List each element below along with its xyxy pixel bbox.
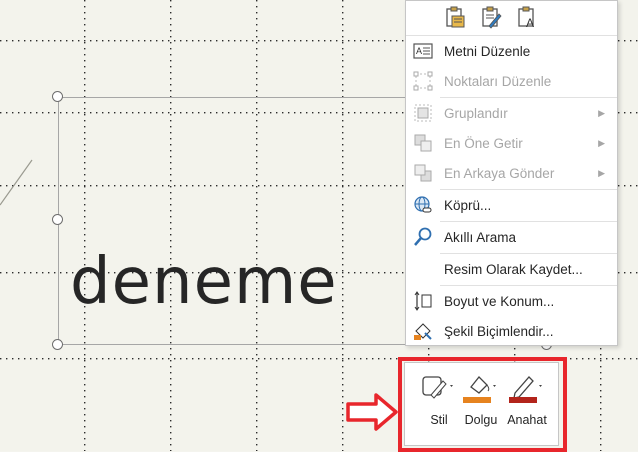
menu-item-label: Boyut ve Konum... (444, 293, 555, 309)
menu-item-edit-text[interactable]: A Metni Düzenle (406, 36, 617, 66)
edit-points-icon (413, 71, 433, 91)
paste-picture-icon[interactable] (480, 5, 502, 29)
highlight-arrow-icon (346, 393, 398, 431)
menu-item-size-position[interactable]: Boyut ve Konum... (406, 286, 617, 316)
menu-item-label: En Arkaya Gönder (444, 165, 555, 181)
menu-item-bring-to-front[interactable]: En Öne Getir ▶ (406, 128, 617, 158)
menu-item-smart-lookup[interactable]: Akıllı Arama (406, 222, 617, 252)
menu-item-label: Şekil Biçimlendir... (444, 323, 554, 339)
bring-to-front-icon (414, 134, 432, 152)
submenu-arrow-icon: ▶ (598, 137, 605, 148)
smart-lookup-icon (414, 227, 432, 246)
menu-item-label: Gruplandır (444, 105, 508, 121)
format-shape-icon (414, 323, 432, 340)
submenu-arrow-icon: ▶ (598, 107, 605, 118)
menu-item-send-to-back[interactable]: En Arkaya Gönder ▶ (406, 158, 617, 188)
resize-handle-middle-left[interactable] (52, 214, 63, 225)
menu-item-group[interactable]: Gruplandır ▶ (406, 98, 617, 128)
context-menu: A A Metni Düzenle Noktaları Düzenle Grup… (405, 0, 618, 346)
hyperlink-icon (414, 196, 432, 213)
slide-text[interactable]: deneme (70, 250, 338, 314)
size-position-icon (414, 291, 432, 311)
paste-keep-formatting-icon[interactable] (444, 5, 466, 29)
highlight-box (398, 357, 567, 452)
menu-item-label: Köprü... (444, 197, 492, 213)
svg-text:A: A (526, 16, 534, 29)
send-to-back-icon (414, 164, 432, 182)
menu-item-hyperlink[interactable]: Köprü... (406, 190, 617, 220)
svg-text:A: A (416, 46, 422, 56)
paste-text-only-icon[interactable]: A (516, 5, 538, 29)
menu-item-label: Resim Olarak Kaydet... (444, 261, 583, 277)
group-icon (414, 104, 432, 122)
edit-text-icon: A (413, 43, 433, 59)
menu-item-label: Akıllı Arama (444, 229, 517, 245)
menu-item-label: Metni Düzenle (444, 43, 531, 59)
menu-item-label: En Öne Getir (444, 135, 523, 151)
menu-item-label: Noktaları Düzenle (444, 73, 552, 89)
resize-handle-bottom-left[interactable] (52, 339, 63, 350)
paste-options-row: A (406, 1, 617, 36)
menu-item-save-as-picture[interactable]: Resim Olarak Kaydet... (406, 254, 617, 284)
menu-item-edit-points[interactable]: Noktaları Düzenle (406, 66, 617, 96)
resize-handle-top-left[interactable] (52, 91, 63, 102)
submenu-arrow-icon: ▶ (598, 167, 605, 178)
menu-item-format-shape[interactable]: Şekil Biçimlendir... (406, 316, 617, 346)
